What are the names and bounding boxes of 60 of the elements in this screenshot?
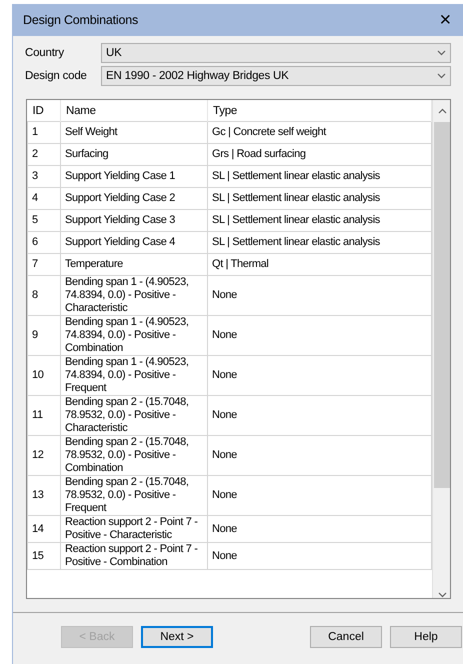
table-cell: Temperature	[60, 254, 208, 276]
table-cell: None	[208, 316, 432, 356]
scroll-up-icon[interactable]	[438, 108, 446, 114]
column-header[interactable]: ID	[28, 100, 60, 122]
window-title: Design Combinations	[23, 13, 138, 27]
field-label: Country	[25, 47, 65, 59]
dialog-button[interactable]: Next >	[141, 626, 213, 648]
table-cell: None	[208, 356, 432, 396]
table-cell: Bending span 1 - (4.90523, 74.8394, 0.0) - Positive - Characteristic	[60, 276, 208, 316]
table-cell: Support Yielding Case 3	[60, 210, 208, 232]
table-cell: Reaction support 2 - Point 7 - Positive - Characteristic	[60, 516, 208, 542]
table-cell: 1	[28, 122, 60, 144]
table-cell: Qt | Thermal	[208, 254, 432, 276]
table-cell: SL | Settlement linear elastic analysis	[208, 188, 432, 210]
table-cell: Gc | Concrete self weight	[208, 122, 432, 144]
table-cell: Support Yielding Case 1	[60, 166, 208, 188]
table-cell: SL | Settlement linear elastic analysis	[208, 232, 432, 254]
table-cell: Bending span 2 - (15.7048, 78.9532, 0.0) - Positive - Frequent	[60, 476, 208, 516]
table-cell: None	[208, 396, 432, 436]
table-cell: 6	[28, 232, 60, 254]
table-cell: None	[208, 276, 432, 316]
table-cell: Reaction support 2 - Point 7 - Positive - Combination	[60, 542, 208, 570]
table-cell: None	[208, 516, 432, 542]
dialog-button[interactable]: Help	[390, 626, 462, 648]
scrollbar-thumb[interactable]	[434, 122, 450, 488]
table-cell: Bending span 1 - (4.90523, 74.8394, 0.0) - Positive - Combination	[60, 316, 208, 356]
table-cell: 3	[28, 166, 60, 188]
table-cell: Self Weight	[60, 122, 208, 144]
table-cell: 14	[28, 516, 60, 542]
table-cell: Bending span 2 - (15.7048, 78.9532, 0.0) - Positive - Characteristic	[60, 396, 208, 436]
dialog-button[interactable]: Cancel	[310, 626, 382, 648]
table-cell: Grs | Road surfacing	[208, 144, 432, 166]
table-cell: 8	[28, 276, 60, 316]
table-cell: SL | Settlement linear elastic analysis	[208, 210, 432, 232]
table-cell: None	[208, 436, 432, 476]
table-cell: 5	[28, 210, 60, 232]
column-header[interactable]: Name	[60, 100, 208, 122]
scroll-down-icon[interactable]	[438, 592, 446, 598]
table-cell: 9	[28, 316, 60, 356]
table-cell: Surfacing	[60, 144, 208, 166]
table-cell: Support Yielding Case 4	[60, 232, 208, 254]
table-cell: 4	[28, 188, 60, 210]
close-button[interactable]: ×	[436, 10, 455, 30]
table-cell: 11	[28, 396, 60, 436]
table-cell: SL | Settlement linear elastic analysis	[208, 166, 432, 188]
scrollbar[interactable]	[432, 100, 450, 598]
table-cell: Bending span 1 - (4.90523, 74.8394, 0.0) - Positive - Frequent	[60, 356, 208, 396]
table-cell: 12	[28, 436, 60, 476]
table-cell: 2	[28, 144, 60, 166]
table-cell: 13	[28, 476, 60, 516]
table-cell: None	[208, 476, 432, 516]
field-label: Design code	[25, 70, 88, 82]
dropdown[interactable]: EN 1990 - 2002 Highway Bridges UK	[101, 66, 451, 86]
table-cell: 7	[28, 254, 60, 276]
table-cell: 15	[28, 542, 60, 570]
table-cell: Bending span 2 - (15.7048, 78.9532, 0.0) - Positive - Combination	[60, 436, 208, 476]
dropdown[interactable]: UK	[101, 43, 451, 63]
table-cell: Support Yielding Case 2	[60, 188, 208, 210]
table-cell: 10	[28, 356, 60, 396]
table-cell: None	[208, 542, 432, 570]
